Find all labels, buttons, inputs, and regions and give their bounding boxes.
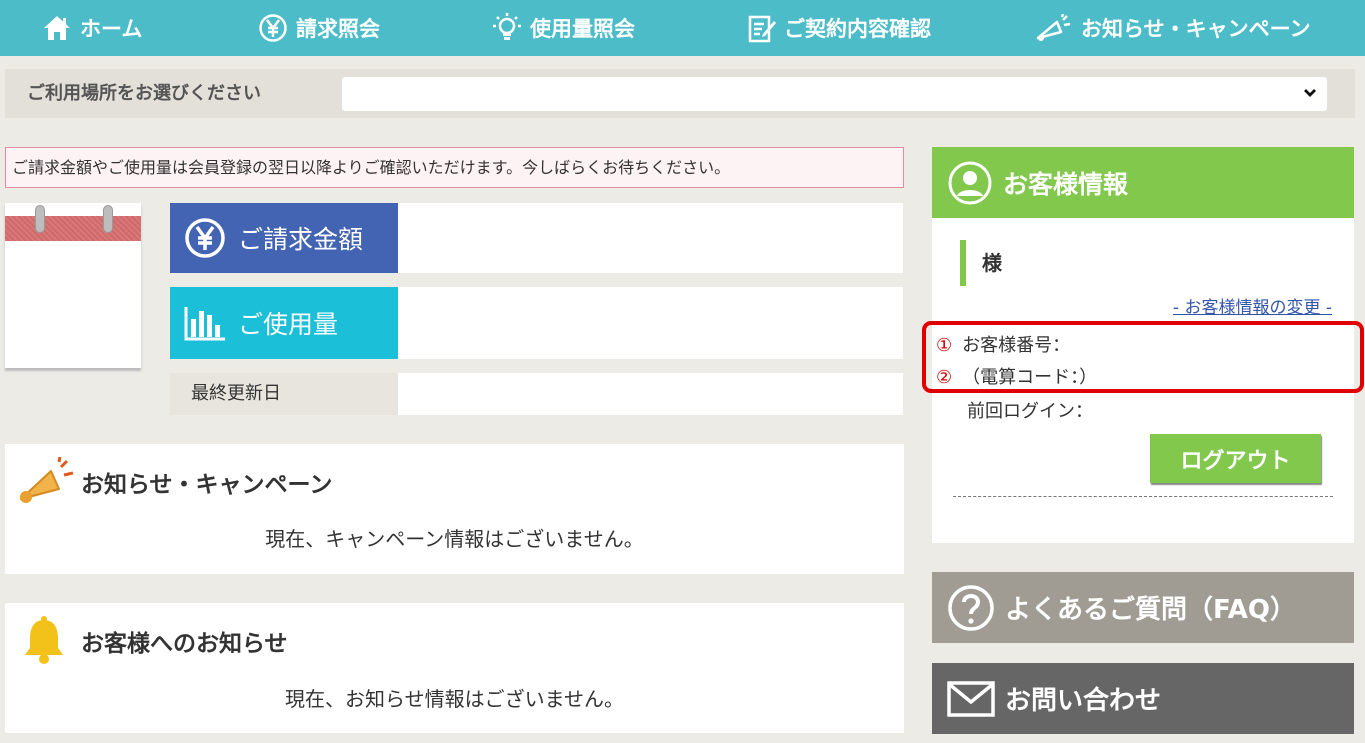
yen-icon <box>259 14 287 42</box>
customer-notice-title: お客様へのお知らせ <box>81 631 288 657</box>
contact-label: お問い合わせ <box>1005 686 1162 716</box>
chevron-down-icon <box>1304 89 1316 97</box>
faq-button[interactable]: よくあるご質問（FAQ） <box>932 572 1354 643</box>
customer-notice-title-wrap: お客様へのお知らせ <box>21 615 288 667</box>
nav-news-label: お知らせ・キャンペーン <box>1081 17 1311 41</box>
campaign-panel: お知らせ・キャンペーン 現在、キャンペーン情報はございません。 <box>5 444 904 574</box>
billing-amount-label: ご請求金額 <box>238 225 364 254</box>
user-icon <box>948 161 992 204</box>
billing-amount-label-box: ご請求金額 <box>170 203 398 273</box>
contact-button[interactable]: お問い合わせ <box>932 663 1354 734</box>
nav-usage[interactable]: 使用量照会 <box>492 0 635 56</box>
last-login-label: 前回ログイン： <box>967 401 1093 422</box>
last-updated-label: 最終更新日 <box>170 373 398 415</box>
campaign-title: お知らせ・キャンペーン <box>81 471 333 498</box>
nav-home[interactable]: ホーム <box>42 0 142 56</box>
location-label: ご利用場所をお選びください <box>27 83 261 104</box>
registration-notice: ご請求金額やご使用量は会員登録の翌日以降よりご確認いただけます。今しばらくお待ち… <box>5 147 904 188</box>
megaphone-icon <box>1036 14 1071 41</box>
customer-name: 様 <box>960 240 1002 286</box>
nav-contract[interactable]: ご契約内容確認 <box>748 0 931 56</box>
nav-contract-label: ご契約内容確認 <box>784 17 931 41</box>
usage-amount-row: ご使用量 <box>170 287 903 359</box>
question-icon <box>948 584 994 631</box>
usage-amount-label-box: ご使用量 <box>170 287 398 359</box>
nav-home-label: ホーム <box>80 17 143 41</box>
top-nav: ホーム 請求照会 使用量照会 ご契約内容確認 お知らせ・キャンペーン <box>0 0 1365 56</box>
usage-amount-label: ご使用量 <box>238 310 339 339</box>
yen-icon <box>185 218 225 258</box>
faq-label: よくあるご質問（FAQ） <box>1005 595 1297 625</box>
edit-customer-info-link[interactable]: - お客様情報の変更 - <box>1173 293 1332 318</box>
location-selector-bar: ご利用場所をお選びください <box>5 69 1355 118</box>
billing-amount-row: ご請求金額 <box>170 203 903 273</box>
customer-notice-panel: お客様へのお知らせ 現在、お知らせ情報はございません。 <box>5 603 904 733</box>
last-updated-row: 最終更新日 <box>170 373 903 415</box>
bell-icon <box>25 616 63 664</box>
nav-billing-label: 請求照会 <box>296 17 380 41</box>
nav-news[interactable]: お知らせ・キャンペーン <box>1035 0 1311 56</box>
bar-chart-icon <box>184 307 225 341</box>
mail-icon <box>947 680 995 717</box>
campaign-title-wrap: お知らせ・キャンペーン <box>17 454 332 509</box>
campaign-message: 現在、キャンペーン情報はございません。 <box>265 527 644 551</box>
document-edit-icon <box>748 15 776 43</box>
customer-info-header: お客様情報 <box>932 147 1354 218</box>
customer-info-title: お客様情報 <box>1003 169 1129 199</box>
nav-billing[interactable]: 請求照会 <box>258 0 380 56</box>
highlight-box <box>922 321 1364 393</box>
calendar-icon <box>5 203 141 368</box>
home-icon <box>44 16 70 40</box>
divider <box>953 496 1333 497</box>
megaphone-icon <box>20 456 74 503</box>
lightbulb-icon <box>493 13 521 40</box>
logout-button[interactable]: ログアウト <box>1150 434 1321 483</box>
nav-usage-label: 使用量照会 <box>530 17 635 41</box>
location-select[interactable] <box>342 77 1327 111</box>
customer-notice-message: 現在、お知らせ情報はございません。 <box>285 687 624 711</box>
